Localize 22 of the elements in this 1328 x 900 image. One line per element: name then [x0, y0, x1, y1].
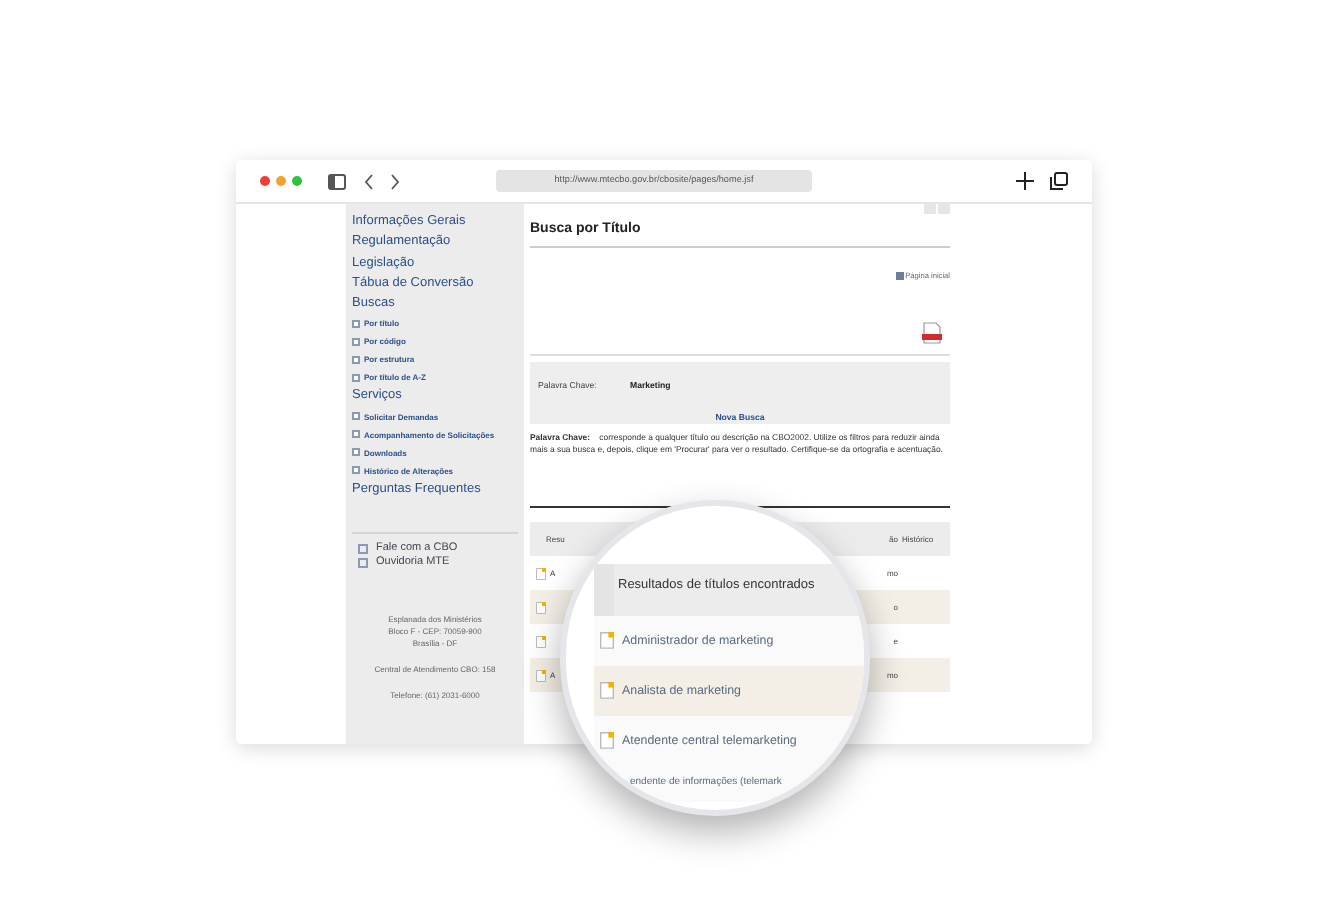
bullet-icon [352, 355, 360, 364]
bullet-icon [352, 337, 360, 346]
bullet-icon [352, 412, 360, 421]
back-icon[interactable] [364, 173, 374, 189]
bullet-icon [352, 430, 360, 439]
document-icon [600, 682, 614, 700]
document-icon [535, 601, 545, 614]
close-window-icon[interactable] [260, 176, 270, 186]
document-icon [535, 669, 545, 682]
bullet-icon [352, 448, 360, 457]
bullet-icon [352, 466, 360, 475]
document-icon [600, 732, 614, 750]
document-icon [600, 632, 614, 650]
document-icon [535, 567, 545, 580]
forward-icon[interactable] [390, 173, 400, 189]
sidebar-icon[interactable] [328, 173, 346, 189]
bullet-icon [352, 373, 360, 382]
pdf-icon[interactable] [922, 322, 942, 345]
document-icon [535, 635, 545, 648]
bullet-icon [352, 319, 360, 328]
new-tab-icon[interactable] [1016, 172, 1034, 190]
tabs-icon[interactable] [1050, 172, 1068, 190]
